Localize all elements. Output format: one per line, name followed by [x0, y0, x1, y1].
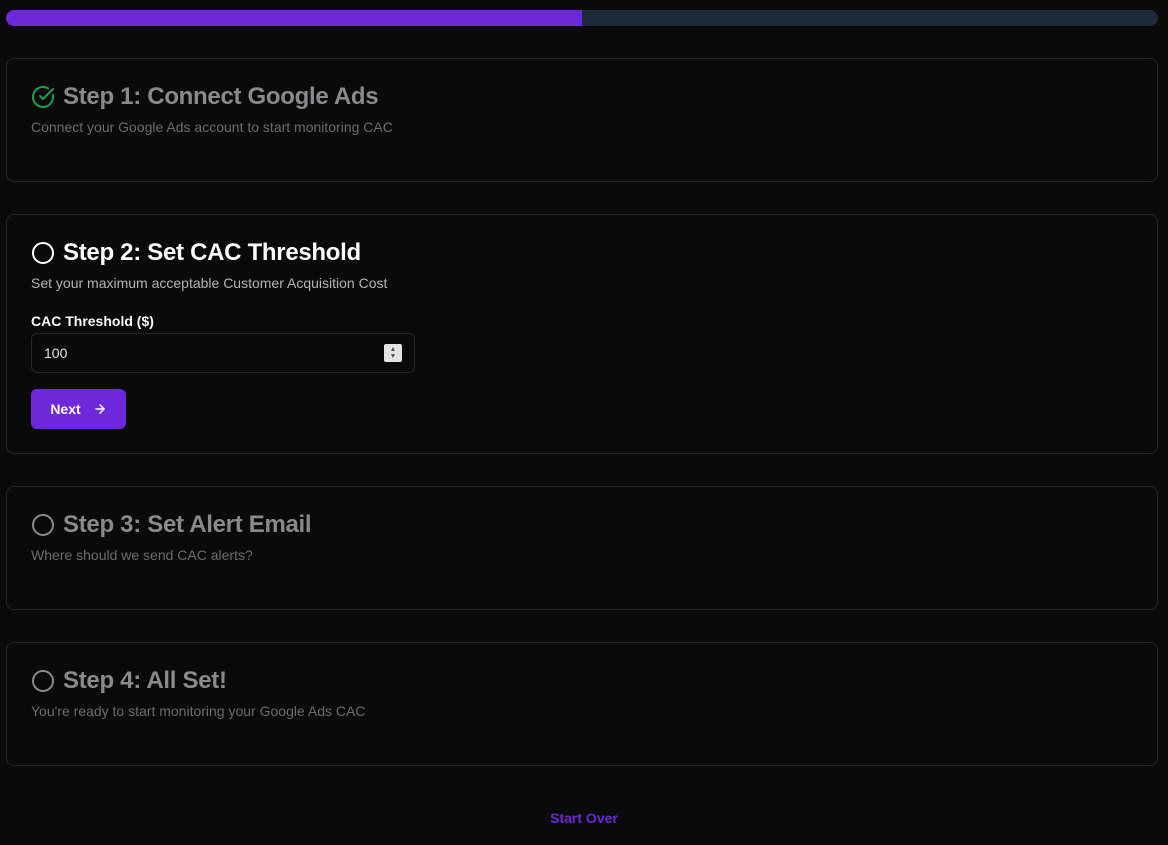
start-over-link[interactable]: Start Over — [0, 810, 1168, 826]
cac-threshold-value: 100 — [44, 345, 68, 361]
step-3-title: Step 3: Set Alert Email — [63, 511, 312, 538]
circle-icon — [31, 669, 55, 693]
step-1-description: Connect your Google Ads account to start… — [31, 119, 393, 135]
circle-icon — [31, 513, 55, 537]
next-button[interactable]: Next — [31, 389, 126, 429]
step-4-card: Step 4: All Set! You're ready to start m… — [6, 642, 1158, 766]
spin-down-icon[interactable]: ▼ — [390, 353, 397, 360]
progress-bar — [6, 10, 1158, 26]
step-2-card: Step 2: Set CAC Threshold Set your maxim… — [6, 214, 1158, 454]
step-4-title: Step 4: All Set! — [63, 667, 227, 694]
step-1-card: Step 1: Connect Google Ads Connect your … — [6, 58, 1158, 182]
step-2-title: Step 2: Set CAC Threshold — [63, 239, 361, 266]
spin-up-icon[interactable]: ▲ — [390, 346, 397, 353]
circle-icon — [31, 241, 55, 265]
cac-threshold-input[interactable]: 100 ▲ ▼ — [31, 333, 415, 373]
check-circle-icon — [31, 85, 55, 109]
arrow-right-icon — [93, 402, 107, 416]
step-3-description: Where should we send CAC alerts? — [31, 547, 253, 563]
progress-bar-fill — [6, 10, 582, 26]
step-4-description: You're ready to start monitoring your Go… — [31, 703, 366, 719]
cac-threshold-label: CAC Threshold ($) — [31, 313, 154, 329]
step-2-description: Set your maximum acceptable Customer Acq… — [31, 275, 388, 291]
step-3-card: Step 3: Set Alert Email Where should we … — [6, 486, 1158, 610]
number-spinner[interactable]: ▲ ▼ — [384, 344, 402, 362]
step-1-title: Step 1: Connect Google Ads — [63, 83, 379, 110]
next-button-label: Next — [50, 401, 81, 417]
